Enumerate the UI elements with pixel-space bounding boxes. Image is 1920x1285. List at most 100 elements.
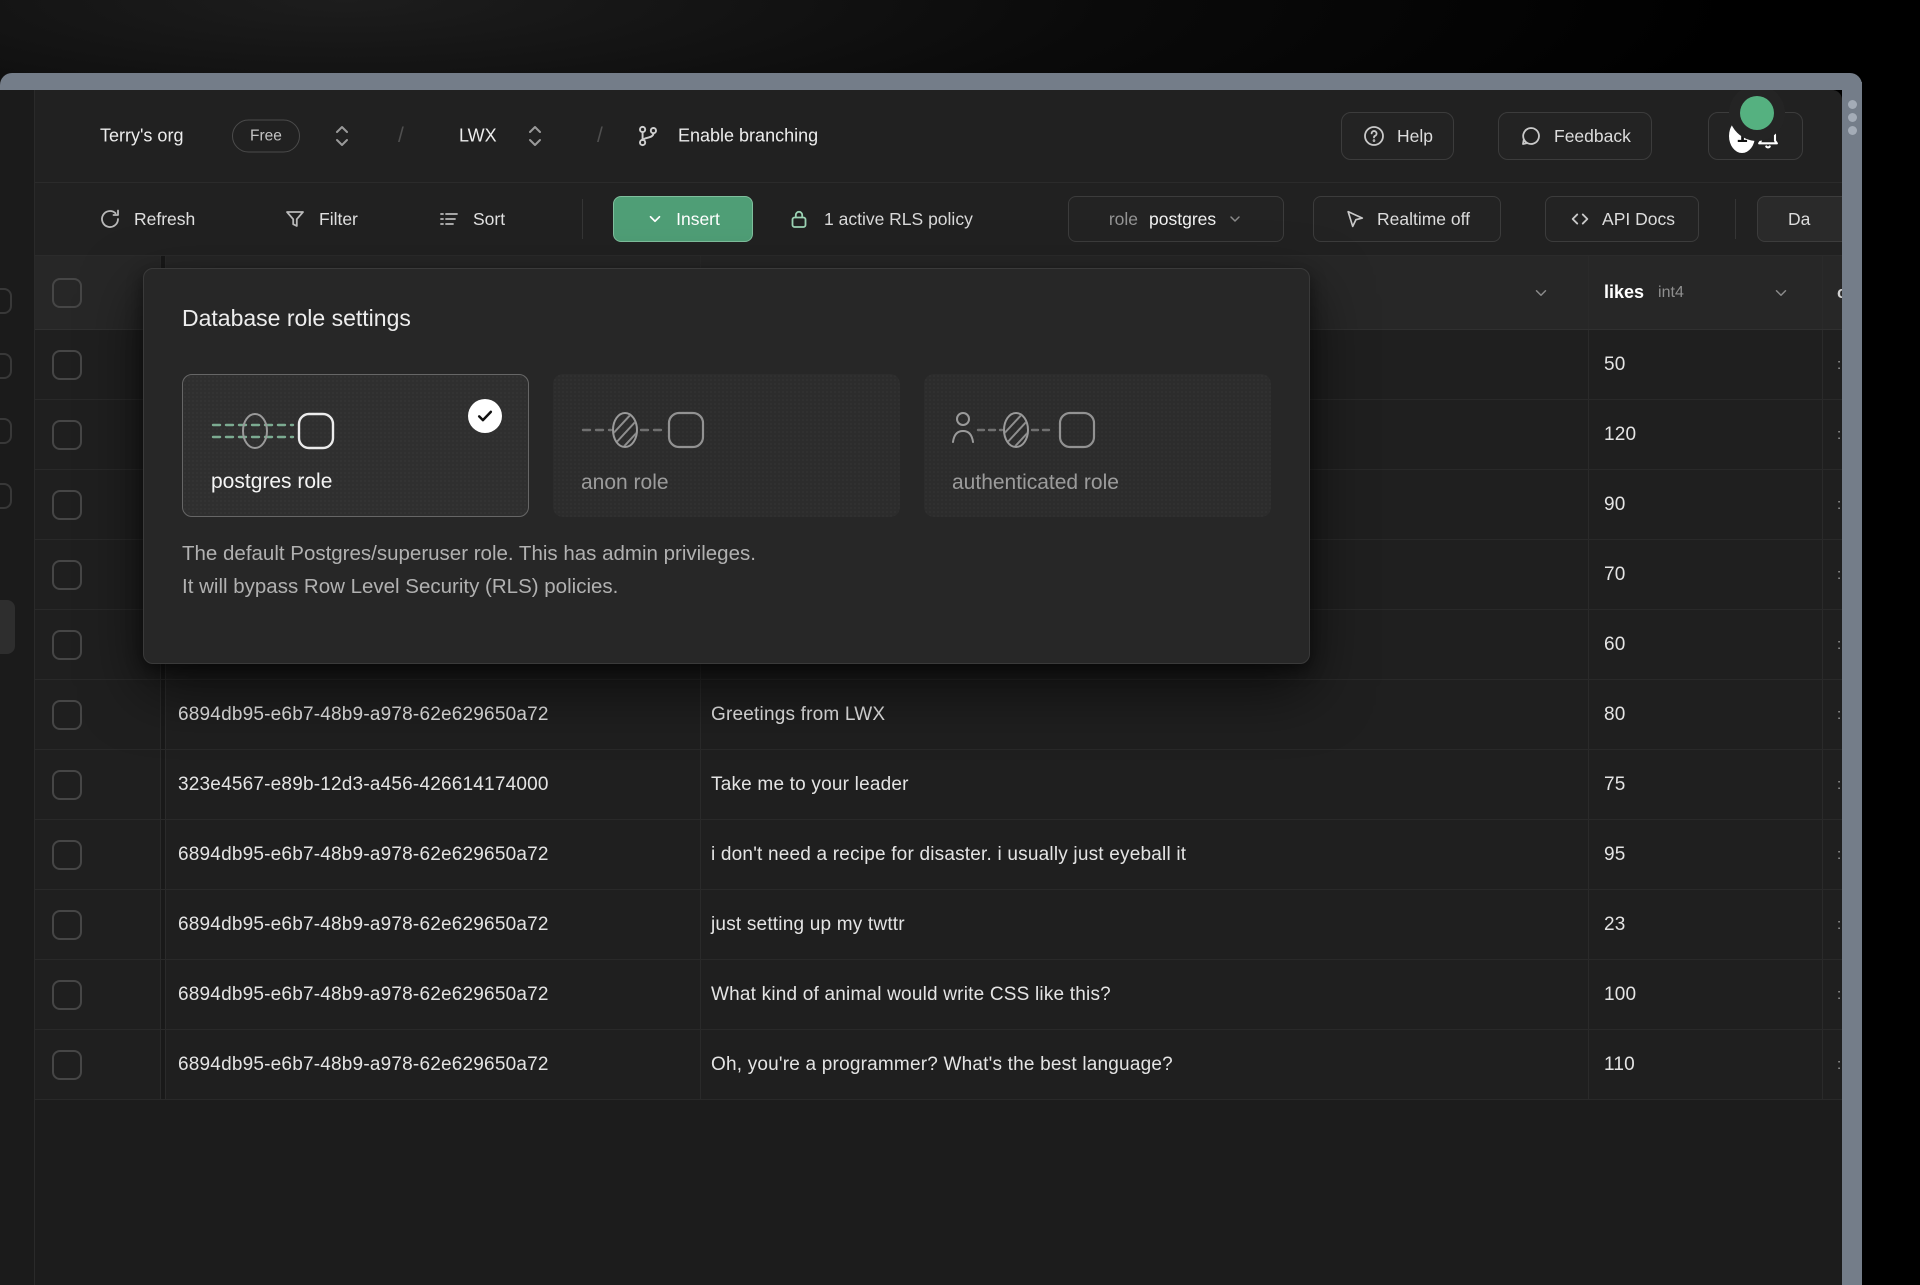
sidebar-expand-handle[interactable]: [0, 600, 15, 654]
lock-icon: [787, 207, 811, 231]
realtime-label: Realtime off: [1377, 209, 1470, 230]
cell-likes[interactable]: 110: [1588, 1030, 1822, 1099]
cell-message[interactable]: Take me to your leader: [700, 750, 1588, 819]
api-docs-button[interactable]: API Docs: [1545, 196, 1699, 242]
cell-likes[interactable]: 60: [1588, 610, 1822, 679]
cell-overflow: :: [1822, 680, 1842, 749]
row-checkbox-cell: [35, 960, 160, 1029]
rail-nav-icon[interactable]: [0, 288, 12, 314]
row-checkbox[interactable]: [52, 630, 82, 660]
role-card-authenticated[interactable]: authenticated role: [924, 374, 1271, 517]
row-checkbox[interactable]: [52, 840, 82, 870]
cell-message[interactable]: i don't need a recipe for disaster. i us…: [700, 820, 1588, 889]
role-card-postgres[interactable]: postgres role: [182, 374, 529, 517]
cell-id[interactable]: 6894db95-e6b7-48b9-a978-62e629650a72: [166, 820, 700, 889]
row-checkbox[interactable]: [52, 770, 82, 800]
clipped-column-header: c: [1822, 256, 1842, 329]
cell-id[interactable]: 6894db95-e6b7-48b9-a978-62e629650a72: [166, 890, 700, 959]
role-card-label: anon role: [581, 471, 669, 495]
column-menu-chevron-icon[interactable]: [1772, 284, 1790, 302]
cell-likes[interactable]: 75: [1588, 750, 1822, 819]
cell-message[interactable]: What kind of animal would write CSS like…: [700, 960, 1588, 1029]
chevron-down-icon: [646, 210, 664, 228]
insert-button[interactable]: Insert: [613, 196, 753, 242]
help-button[interactable]: Help: [1341, 112, 1454, 160]
row-checkbox[interactable]: [52, 560, 82, 590]
cell-message[interactable]: just setting up my twttr: [700, 890, 1588, 959]
app-window: Terry's org Free / LWX / Enable branchin…: [0, 90, 1842, 1285]
avatar[interactable]: [1740, 96, 1774, 130]
row-checkbox[interactable]: [52, 910, 82, 940]
cell-likes[interactable]: 50: [1588, 330, 1822, 399]
filter-button[interactable]: Filter: [283, 207, 358, 231]
role-card-anon[interactable]: anon role: [553, 374, 900, 517]
cursor-pointer-icon: [1344, 208, 1366, 230]
likes-column-header[interactable]: likes int4: [1588, 256, 1822, 329]
cell-id[interactable]: 6894db95-e6b7-48b9-a978-62e629650a72: [166, 960, 700, 1029]
row-checkbox-cell: [35, 470, 160, 539]
row-checkbox-cell: [35, 610, 160, 679]
rail-nav-icon[interactable]: [0, 483, 12, 509]
enable-branching-button[interactable]: Enable branching: [678, 126, 818, 147]
row-checkbox[interactable]: [52, 420, 82, 450]
role-description-line2: It will bypass Row Level Security (RLS) …: [182, 570, 756, 603]
insert-label: Insert: [676, 209, 720, 230]
sort-label: Sort: [473, 209, 505, 230]
app-header: Terry's org Free / LWX / Enable branchin…: [35, 90, 1842, 183]
help-circle-icon: [1362, 124, 1386, 148]
table-row: 6894db95-e6b7-48b9-a978-62e629650a72 Wha…: [35, 960, 1842, 1030]
rail-nav-icon[interactable]: [0, 353, 12, 379]
cell-overflow: :: [1822, 610, 1842, 679]
cell-message[interactable]: Oh, you're a programmer? What's the best…: [700, 1030, 1588, 1099]
data-tab-button[interactable]: Da: [1757, 196, 1842, 242]
project-switcher-icon[interactable]: [525, 123, 545, 149]
cell-overflow: :: [1822, 470, 1842, 539]
role-description-line1: The default Postgres/superuser role. Thi…: [182, 537, 756, 570]
sort-button[interactable]: Sort: [437, 207, 505, 231]
cell-overflow: :: [1822, 540, 1842, 609]
cell-id[interactable]: 323e4567-e89b-12d3-a456-426614174000: [166, 750, 700, 819]
breadcrumb-separator: /: [398, 124, 404, 148]
role-selector-button[interactable]: role postgres: [1068, 196, 1284, 242]
window-handle-dot: [1848, 113, 1857, 122]
column-menu-chevron-icon[interactable]: [1532, 284, 1550, 302]
row-checkbox-cell: [35, 330, 160, 399]
cell-overflow: :: [1822, 330, 1842, 399]
table-row: 6894db95-e6b7-48b9-a978-62e629650a72 i d…: [35, 820, 1842, 890]
cell-message[interactable]: Greetings from LWX: [700, 680, 1588, 749]
row-checkbox-cell: [35, 820, 160, 889]
cell-likes[interactable]: 120: [1588, 400, 1822, 469]
realtime-toggle-button[interactable]: Realtime off: [1313, 196, 1501, 242]
cell-likes[interactable]: 70: [1588, 540, 1822, 609]
rls-policy-button[interactable]: 1 active RLS policy: [787, 207, 973, 231]
cell-likes[interactable]: 23: [1588, 890, 1822, 959]
cell-id[interactable]: 6894db95-e6b7-48b9-a978-62e629650a72: [166, 1030, 700, 1099]
authenticated-role-icon: [952, 402, 1102, 458]
cell-likes[interactable]: 80: [1588, 680, 1822, 749]
refresh-button[interactable]: Refresh: [98, 207, 195, 231]
window-frame-right: [1842, 82, 1862, 1285]
row-checkbox[interactable]: [52, 700, 82, 730]
project-name[interactable]: LWX: [459, 126, 497, 147]
cell-likes[interactable]: 100: [1588, 960, 1822, 1029]
role-description: The default Postgres/superuser role. Thi…: [182, 537, 756, 603]
feedback-button[interactable]: Feedback: [1498, 112, 1652, 160]
git-branch-icon: [635, 123, 661, 149]
row-checkbox-cell: [35, 400, 160, 469]
row-checkbox[interactable]: [52, 1050, 82, 1080]
row-checkbox[interactable]: [52, 350, 82, 380]
org-switcher-icon[interactable]: [332, 123, 352, 149]
data-tab-label: Da: [1788, 209, 1810, 230]
select-all-checkbox[interactable]: [52, 278, 82, 308]
refresh-icon: [98, 207, 122, 231]
org-name[interactable]: Terry's org: [100, 126, 183, 147]
cell-likes[interactable]: 95: [1588, 820, 1822, 889]
row-checkbox[interactable]: [52, 980, 82, 1010]
cell-id[interactable]: 6894db95-e6b7-48b9-a978-62e629650a72: [166, 680, 700, 749]
role-label: role: [1109, 209, 1138, 230]
row-checkbox[interactable]: [52, 490, 82, 520]
rail-nav-icon[interactable]: [0, 418, 12, 444]
api-docs-label: API Docs: [1602, 209, 1675, 230]
cell-likes[interactable]: 90: [1588, 470, 1822, 539]
sort-list-icon: [437, 207, 461, 231]
